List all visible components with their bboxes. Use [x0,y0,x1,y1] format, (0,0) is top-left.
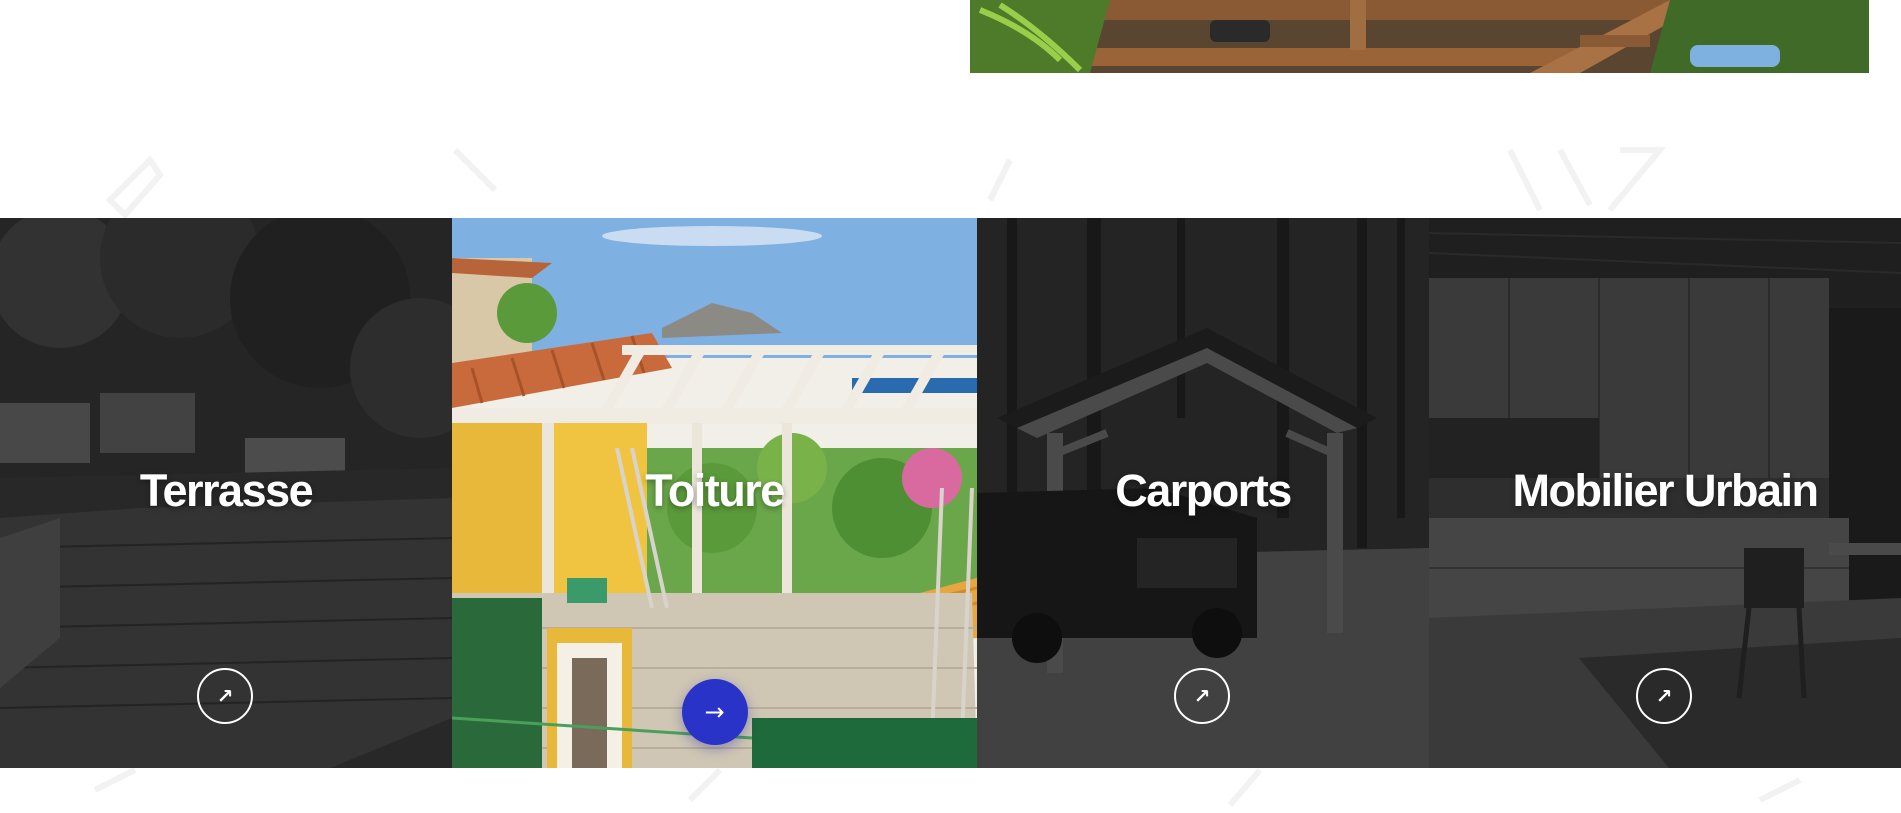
service-card-mobilier-urbain[interactable]: Mobilier Urbain ↗ [1429,218,1901,768]
service-card-terrasse[interactable]: Terrasse ↗ [0,218,452,768]
services-row: Terrasse ↗ Toiture → Carports ↗ Mobilier… [0,218,1901,768]
north-east-arrow-icon[interactable]: ↗ [197,668,253,724]
service-title: Mobilier Urbain [1512,465,1819,516]
north-east-arrow-icon[interactable]: ↗ [1636,668,1692,724]
service-title: Carports [1115,465,1292,516]
top-garden-photo [970,0,1869,73]
service-title: Toiture [645,465,785,516]
service-card-toiture[interactable]: Toiture → [452,218,977,768]
service-card-carports[interactable]: Carports ↗ [977,218,1429,768]
right-arrow-icon[interactable]: → [681,679,748,745]
service-title: Terrasse [139,465,314,516]
north-east-arrow-icon[interactable]: ↗ [1174,668,1230,724]
